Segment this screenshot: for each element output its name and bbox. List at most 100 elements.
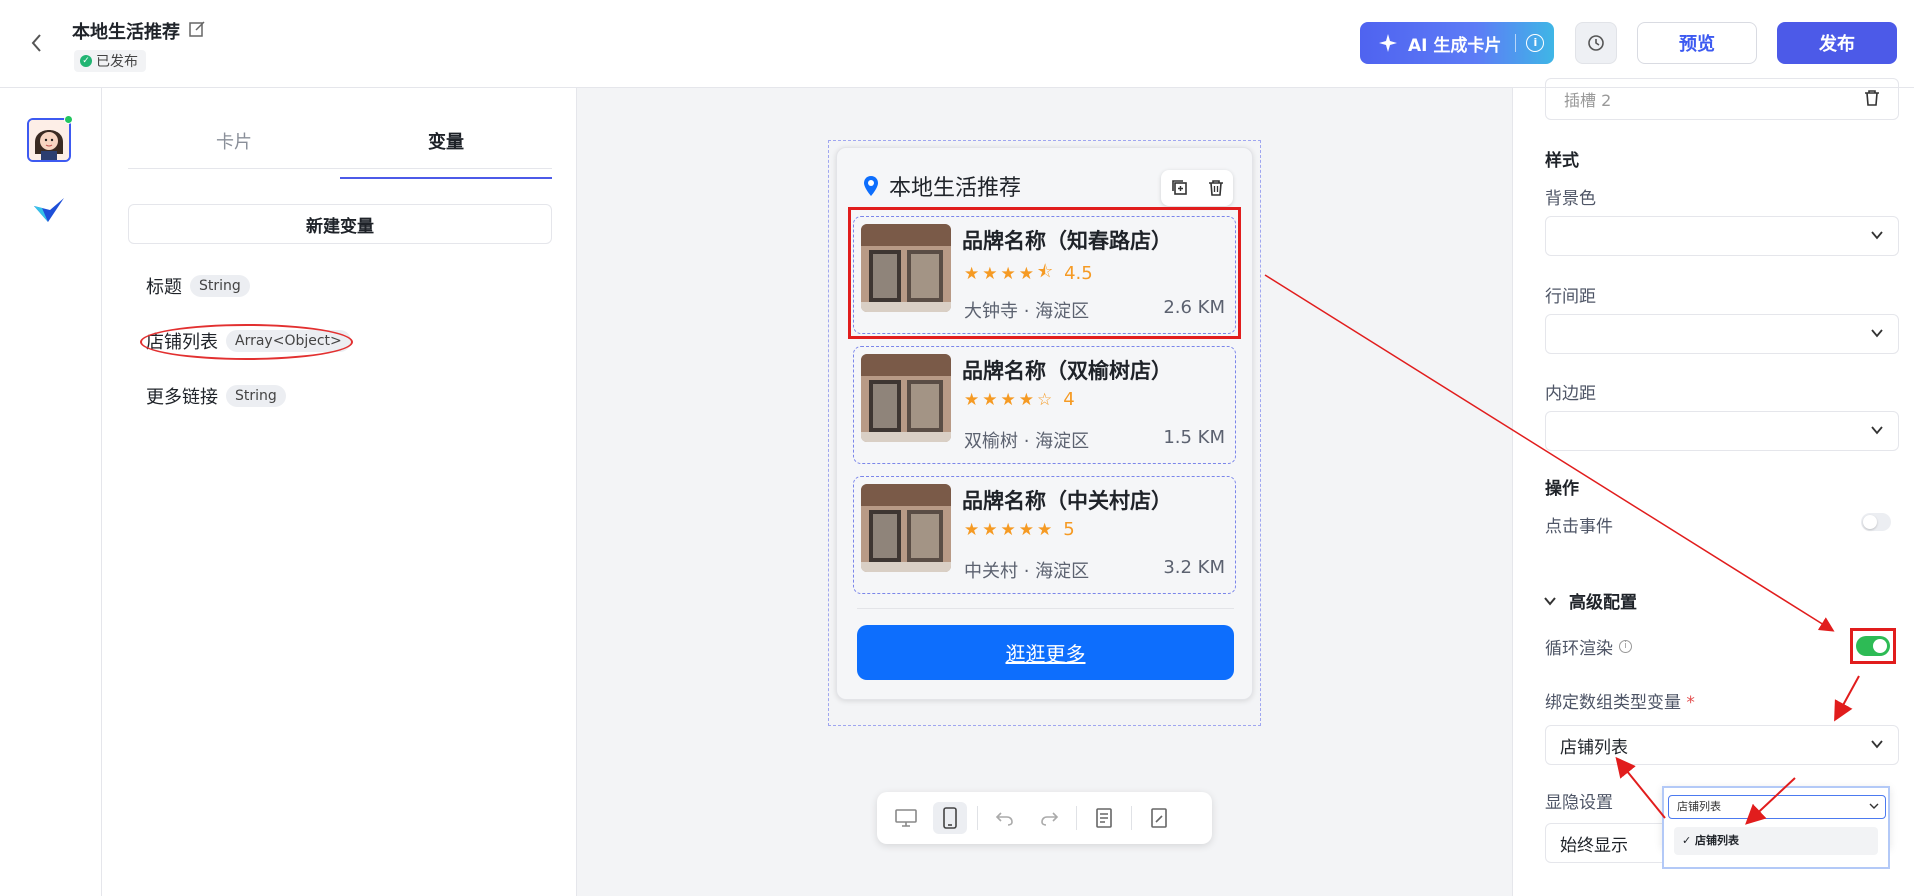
shop-name: 品牌名称（双榆树店） <box>962 359 1172 383</box>
variable-type-badge: String <box>190 275 250 297</box>
advanced-config-label: 高级配置 <box>1569 593 1637 613</box>
check-icon: ✓ <box>1682 834 1696 847</box>
back-button[interactable] <box>26 30 48 56</box>
shop-image <box>861 484 951 572</box>
variable-item[interactable]: 标题 String <box>146 273 250 299</box>
divider <box>857 608 1234 609</box>
avatar[interactable] <box>27 118 71 162</box>
annotation-ellipse <box>140 324 353 360</box>
star-icon: ★ <box>964 389 980 410</box>
info-icon[interactable]: i <box>1526 34 1545 52</box>
variables-panel: 卡片 变量 新建变量 标题 String 店铺列表 Array<Object> … <box>102 88 577 896</box>
redo-button[interactable] <box>1032 802 1066 834</box>
page-title: 本地生活推荐 <box>72 22 180 43</box>
slot-label: 插槽 2 <box>1564 91 1612 110</box>
padding-select[interactable] <box>1545 411 1899 451</box>
left-rail <box>0 88 102 896</box>
rating-score: 5 <box>1063 519 1075 540</box>
background-color-label: 背景色 <box>1545 189 1596 209</box>
star-rating: ★ ★ ★ ★ ★ 5 <box>964 519 1075 540</box>
top-bar: 本地生活推荐 ✓ 已发布 AI 生成卡片 i 预览 发布 <box>0 0 1914 88</box>
duplicate-icon[interactable] <box>1171 179 1189 197</box>
slot-field[interactable]: 插槽 2 <box>1545 78 1899 120</box>
canvas-toolbar <box>877 792 1212 844</box>
shop-item[interactable]: 品牌名称（中关村店） ★ ★ ★ ★ ★ 5 中关村 · 海淀区 3.2 KM <box>853 476 1236 594</box>
shop-location: 中关村 · 海淀区 <box>964 561 1090 582</box>
star-empty-icon: ☆ <box>1037 389 1053 410</box>
background-color-select[interactable] <box>1545 216 1899 256</box>
card-toolbar <box>1161 170 1233 206</box>
bird-logo-icon[interactable] <box>30 192 68 228</box>
chevron-down-icon <box>1871 426 1883 435</box>
code-view-button[interactable] <box>1087 802 1121 834</box>
action-section-title: 操作 <box>1545 479 1579 499</box>
required-mark: * <box>1686 693 1695 713</box>
shop-item[interactable]: 品牌名称（双榆树店） ★ ★ ★ ★ ☆ 4 双榆树 · 海淀区 1.5 KM <box>853 346 1236 464</box>
undo-icon <box>995 812 1013 826</box>
shop-image <box>861 354 951 442</box>
variable-name: 更多链接 <box>146 387 218 408</box>
dropdown-select[interactable]: 店铺列表 <box>1668 795 1886 819</box>
star-icon: ★ <box>1018 389 1034 410</box>
chevron-down-icon <box>1869 803 1879 809</box>
delete-icon[interactable] <box>1208 179 1224 197</box>
preview-button[interactable]: 预览 <box>1637 22 1757 64</box>
browse-more-button[interactable]: 逛逛更多 <box>857 625 1234 680</box>
bind-array-label: 绑定数组类型变量 * <box>1545 688 1695 713</box>
file-edit-icon <box>1151 808 1167 828</box>
dropdown-option[interactable]: ✓ 店铺列表 <box>1674 827 1878 855</box>
mobile-view-button[interactable] <box>933 802 967 834</box>
chevron-left-icon <box>31 34 41 52</box>
annotation-box <box>848 207 1241 339</box>
line-spacing-select[interactable] <box>1545 314 1899 354</box>
shop-location: 双榆树 · 海淀区 <box>964 431 1090 452</box>
visibility-value: 始终显示 <box>1560 835 1628 856</box>
history-button[interactable] <box>1575 22 1617 64</box>
desktop-view-button[interactable] <box>889 802 923 834</box>
undo-button[interactable] <box>988 802 1022 834</box>
star-icon: ★ <box>1000 519 1016 540</box>
click-event-toggle[interactable] <box>1861 513 1891 531</box>
divider <box>1131 806 1132 830</box>
star-icon: ★ <box>1000 389 1016 410</box>
advanced-config-header[interactable]: 高级配置 <box>1543 588 1637 613</box>
publish-button[interactable]: 发布 <box>1777 22 1897 64</box>
padding-label: 内边距 <box>1545 384 1596 404</box>
tab-variables[interactable]: 变量 <box>340 128 552 179</box>
annotation-box <box>1850 628 1896 664</box>
dropdown-options: ✓ 店铺列表 <box>1662 821 1890 869</box>
star-rating: ★ ★ ★ ★ ☆ 4 <box>964 389 1075 410</box>
loop-render-label: 循环渲染 <box>1545 639 1613 659</box>
tab-card[interactable]: 卡片 <box>128 128 340 168</box>
ai-generate-card-button[interactable]: AI 生成卡片 i <box>1360 22 1554 64</box>
line-spacing-label: 行间距 <box>1545 287 1596 307</box>
sparkle-icon <box>1379 34 1397 52</box>
check-circle-icon: ✓ <box>80 55 92 67</box>
bind-array-select[interactable]: 店铺列表 <box>1545 725 1899 765</box>
export-button[interactable] <box>1142 802 1176 834</box>
location-pin-icon <box>864 176 878 196</box>
divider <box>1515 34 1517 52</box>
variable-item[interactable]: 更多链接 String <box>146 383 286 409</box>
new-variable-button[interactable]: 新建变量 <box>128 204 552 244</box>
chevron-down-icon <box>1871 329 1883 338</box>
star-icon: ★ <box>964 519 980 540</box>
redo-icon <box>1041 812 1059 826</box>
visibility-label: 显隐设置 <box>1545 793 1613 813</box>
shop-distance: 1.5 KM <box>1163 427 1225 448</box>
star-icon: ★ <box>1018 519 1034 540</box>
style-section-title: 样式 <box>1545 151 1579 171</box>
desktop-icon <box>895 809 917 827</box>
mobile-icon <box>943 807 957 829</box>
loop-render-row: 循环渲染 i <box>1545 634 1632 659</box>
variable-type-badge: String <box>226 385 286 407</box>
card-title: 本地生活推荐 <box>863 170 1021 202</box>
ai-generate-label: AI 生成卡片 <box>1408 35 1502 56</box>
info-icon[interactable]: i <box>1619 640 1632 653</box>
trash-icon[interactable] <box>1864 89 1880 107</box>
bind-array-value: 店铺列表 <box>1560 737 1628 758</box>
dropdown-option-label: 店铺列表 <box>1695 834 1740 847</box>
edit-title-icon[interactable] <box>188 20 206 38</box>
shop-distance: 3.2 KM <box>1163 557 1225 578</box>
document-icon <box>1096 808 1112 828</box>
